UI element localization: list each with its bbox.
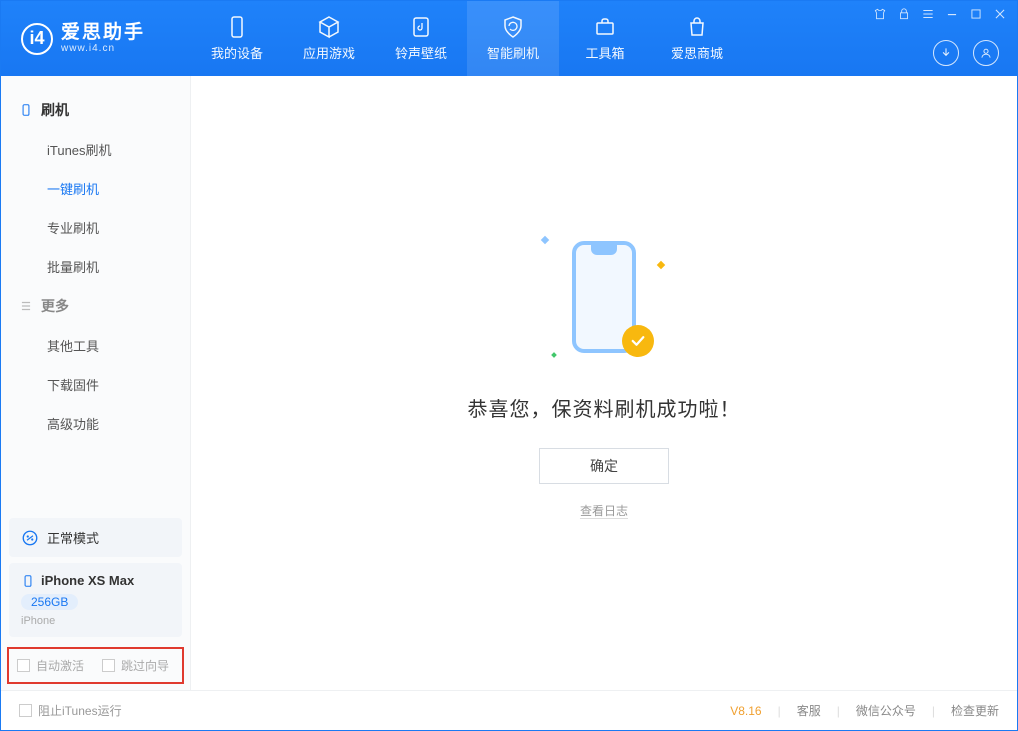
minimize-icon[interactable] — [945, 7, 959, 21]
mode-label: 正常模式 — [47, 528, 99, 547]
logo-icon: i4 — [21, 23, 53, 55]
ok-button[interactable]: 确定 — [539, 448, 669, 484]
window-controls-top — [873, 7, 1007, 21]
music-file-icon — [409, 15, 433, 39]
tab-label: 智能刷机 — [487, 43, 539, 62]
sparkle-icon — [541, 236, 549, 244]
logo-block: i4 爱思助手 www.i4.cn — [1, 1, 191, 76]
separator: | — [932, 704, 935, 718]
tab-store[interactable]: 爱思商城 — [651, 1, 743, 76]
sidebar-item-pro-flash[interactable]: 专业刷机 — [1, 208, 190, 247]
group-label: 更多 — [41, 296, 69, 316]
separator: | — [778, 704, 781, 718]
sidebar-item-oneclick-flash[interactable]: 一键刷机 — [1, 169, 190, 208]
logo-title: 爱思助手 — [61, 23, 145, 44]
phone-outline-icon — [19, 103, 33, 117]
menu-icon[interactable] — [921, 7, 935, 21]
checkbox-box-icon — [102, 659, 115, 672]
flash-options-highlight: 自动激活 跳过向导 — [7, 647, 184, 684]
user-button[interactable] — [973, 40, 999, 66]
tab-label: 爱思商城 — [671, 43, 723, 62]
toolbox-icon — [593, 15, 617, 39]
device-storage-badge: 256GB — [21, 594, 78, 610]
sidebar: 刷机 iTunes刷机 一键刷机 专业刷机 批量刷机 更多 其他工具 下载固件 … — [1, 76, 191, 690]
mode-normal-icon — [21, 529, 39, 547]
main-content: 恭喜您，保资料刷机成功啦！ 确定 查看日志 — [191, 76, 1017, 690]
sidebar-item-download-firmware[interactable]: 下载固件 — [1, 365, 190, 404]
tshirt-icon[interactable] — [873, 7, 887, 21]
sparkle-icon — [657, 261, 665, 269]
app-header: i4 爱思助手 www.i4.cn 我的设备 应用游戏 铃声壁纸 智能刷机 工具… — [1, 1, 1017, 76]
main-tabs: 我的设备 应用游戏 铃声壁纸 智能刷机 工具箱 爱思商城 — [191, 1, 743, 76]
checkbox-box-icon — [19, 704, 32, 717]
device-phone-icon — [21, 574, 35, 588]
mode-card[interactable]: 正常模式 — [9, 518, 182, 557]
download-button[interactable] — [933, 40, 959, 66]
group-label: 刷机 — [41, 100, 69, 120]
view-log-link[interactable]: 查看日志 — [580, 502, 628, 519]
success-message: 恭喜您，保资料刷机成功啦！ — [468, 393, 741, 422]
sidebar-item-itunes-flash[interactable]: iTunes刷机 — [1, 130, 190, 169]
checkbox-label: 自动激活 — [36, 657, 84, 674]
shield-refresh-icon — [501, 15, 525, 39]
cube-icon — [317, 15, 341, 39]
sidebar-item-batch-flash[interactable]: 批量刷机 — [1, 247, 190, 286]
device-type-label: iPhone — [21, 615, 170, 627]
success-illustration — [534, 227, 674, 367]
footer-link-update[interactable]: 检查更新 — [951, 702, 999, 719]
header-action-buttons — [933, 40, 999, 66]
tab-apps[interactable]: 应用游戏 — [283, 1, 375, 76]
sidebar-item-other-tools[interactable]: 其他工具 — [1, 326, 190, 365]
tab-ringtones[interactable]: 铃声壁纸 — [375, 1, 467, 76]
list-icon — [19, 299, 33, 313]
logo-subtitle: www.i4.cn — [61, 43, 145, 54]
phone-icon — [225, 15, 249, 39]
sidebar-group-more: 更多 — [1, 286, 190, 326]
body: 刷机 iTunes刷机 一键刷机 专业刷机 批量刷机 更多 其他工具 下载固件 … — [1, 76, 1017, 690]
footer-link-wechat[interactable]: 微信公众号 — [856, 702, 916, 719]
tab-label: 我的设备 — [211, 43, 263, 62]
maximize-icon[interactable] — [969, 7, 983, 21]
tab-smart-flash[interactable]: 智能刷机 — [467, 1, 559, 76]
close-icon[interactable] — [993, 7, 1007, 21]
footer-link-service[interactable]: 客服 — [797, 702, 821, 719]
checkbox-skip-guide[interactable]: 跳过向导 — [102, 657, 169, 674]
checkbox-box-icon — [17, 659, 30, 672]
sidebar-item-advanced[interactable]: 高级功能 — [1, 404, 190, 443]
tab-label: 工具箱 — [585, 43, 624, 62]
bag-icon — [685, 15, 709, 39]
separator: | — [837, 704, 840, 718]
tab-toolbox[interactable]: 工具箱 — [559, 1, 651, 76]
lock-icon[interactable] — [897, 7, 911, 21]
checkbox-label: 阻止iTunes运行 — [38, 702, 122, 719]
status-bar: 阻止iTunes运行 V8.16 | 客服 | 微信公众号 | 检查更新 — [1, 690, 1017, 730]
tab-label: 铃声壁纸 — [395, 43, 447, 62]
version-label: V8.16 — [730, 704, 761, 718]
checkbox-label: 跳过向导 — [121, 657, 169, 674]
tab-my-device[interactable]: 我的设备 — [191, 1, 283, 76]
sparkle-icon — [551, 352, 557, 358]
device-name-label: iPhone XS Max — [41, 573, 134, 588]
device-card[interactable]: iPhone XS Max 256GB iPhone — [9, 563, 182, 637]
checkbox-auto-activate[interactable]: 自动激活 — [17, 657, 84, 674]
sidebar-group-flash: 刷机 — [1, 90, 190, 130]
checkbox-block-itunes[interactable]: 阻止iTunes运行 — [19, 702, 122, 719]
check-circle-icon — [622, 325, 654, 357]
tab-label: 应用游戏 — [303, 43, 355, 62]
